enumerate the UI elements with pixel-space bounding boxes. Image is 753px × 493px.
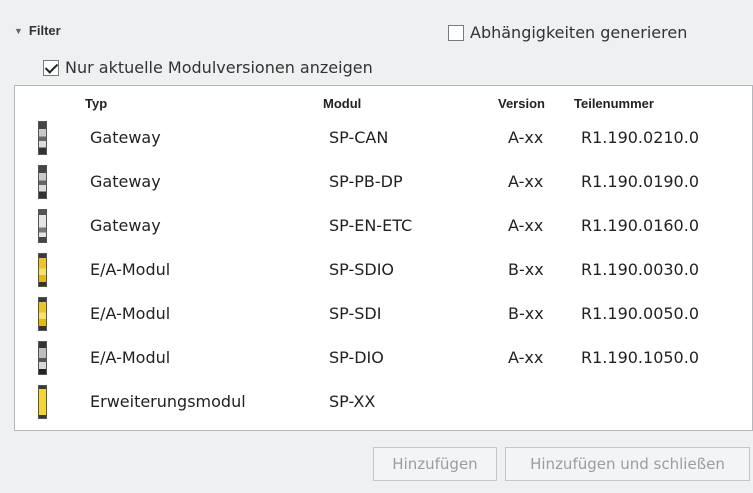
module-table: Typ Modul Version Teilenummer Gateway SP… xyxy=(14,85,753,431)
column-header-modul[interactable]: Modul xyxy=(323,96,361,111)
cell-typ: E/A-Modul xyxy=(90,348,171,367)
checkbox-box-checked[interactable] xyxy=(43,59,59,76)
cell-version: B-xx xyxy=(508,304,544,323)
table-row[interactable]: E/A-Modul SP-DIO A-xx R1.190.1050.0 xyxy=(15,338,752,380)
cell-typ: E/A-Modul xyxy=(90,304,171,323)
cell-teilenummer: R1.190.0190.0 xyxy=(581,172,699,191)
io-module-gray-icon xyxy=(38,341,47,375)
generate-dependencies-checkbox[interactable]: Abhängigkeiten generieren xyxy=(448,23,687,42)
cell-version: A-xx xyxy=(508,172,544,191)
checkbox-box[interactable] xyxy=(448,24,464,41)
column-header-typ[interactable]: Typ xyxy=(85,96,107,111)
collapse-triangle-icon[interactable]: ▼ xyxy=(14,26,23,36)
table-row[interactable]: Gateway SP-PB-DP A-xx R1.190.0190.0 xyxy=(15,162,752,204)
cell-teilenummer: R1.190.1050.0 xyxy=(581,348,699,367)
cell-teilenummer: R1.190.0210.0 xyxy=(581,128,699,147)
io-module-yellow-icon xyxy=(38,297,47,331)
cell-typ: E/A-Modul xyxy=(90,260,171,279)
io-module-yellow-icon xyxy=(38,253,47,287)
extension-module-icon xyxy=(38,385,47,419)
cell-teilenummer: R1.190.0050.0 xyxy=(581,304,699,323)
cell-modul: SP-SDIO xyxy=(329,260,395,279)
filter-header[interactable]: ▼ Filter xyxy=(14,23,61,38)
cell-typ: Erweiterungsmodul xyxy=(90,392,246,411)
cell-version: A-xx xyxy=(508,128,544,147)
cell-teilenummer: R1.190.0030.0 xyxy=(581,260,699,279)
table-row[interactable]: Erweiterungsmodul SP-XX xyxy=(15,382,752,424)
gateway-module-icon xyxy=(38,209,47,243)
current-versions-label: Nur aktuelle Modulversionen anzeigen xyxy=(65,58,373,77)
cell-modul: SP-XX xyxy=(329,392,376,411)
table-row[interactable]: Gateway SP-CAN A-xx R1.190.0210.0 xyxy=(15,118,752,160)
cell-modul: SP-DIO xyxy=(329,348,384,367)
column-header-version[interactable]: Version xyxy=(498,96,545,111)
current-versions-checkbox[interactable]: Nur aktuelle Modulversionen anzeigen xyxy=(43,58,373,77)
cell-modul: SP-CAN xyxy=(329,128,389,147)
cell-version: B-xx xyxy=(508,260,544,279)
cell-version: A-xx xyxy=(508,216,544,235)
add-button[interactable]: Hinzufügen xyxy=(373,447,497,481)
gateway-module-icon xyxy=(38,121,47,155)
cell-typ: Gateway xyxy=(90,128,161,147)
table-row[interactable]: Gateway SP-EN-ETC A-xx R1.190.0160.0 xyxy=(15,206,752,248)
cell-version: A-xx xyxy=(508,348,544,367)
table-row[interactable]: E/A-Modul SP-SDI B-xx R1.190.0050.0 xyxy=(15,294,752,336)
cell-modul: SP-SDI xyxy=(329,304,382,323)
column-header-teilenummer[interactable]: Teilenummer xyxy=(574,96,654,111)
cell-modul: SP-PB-DP xyxy=(329,172,403,191)
table-row[interactable]: E/A-Modul SP-SDIO B-xx R1.190.0030.0 xyxy=(15,250,752,292)
cell-modul: SP-EN-ETC xyxy=(329,216,413,235)
generate-dependencies-label: Abhängigkeiten generieren xyxy=(470,23,688,42)
gateway-module-icon xyxy=(38,165,47,199)
filter-label: Filter xyxy=(28,23,61,38)
cell-typ: Gateway xyxy=(90,216,161,235)
cell-teilenummer: R1.190.0160.0 xyxy=(581,216,699,235)
add-and-close-button[interactable]: Hinzufügen und schließen xyxy=(505,447,750,481)
cell-typ: Gateway xyxy=(90,172,161,191)
